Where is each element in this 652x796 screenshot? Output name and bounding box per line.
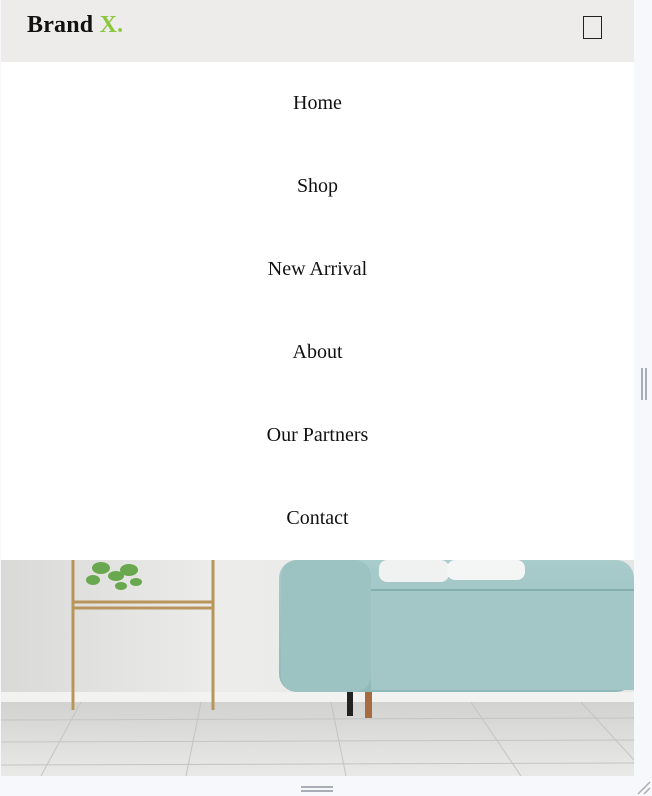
resize-handle-bottom[interactable]	[301, 786, 333, 792]
nav-item-shop[interactable]: Shop	[1, 145, 634, 228]
scrollbar-handle[interactable]	[641, 368, 647, 400]
nav-item-label: Shop	[296, 175, 339, 197]
nav-item-label: Home	[293, 92, 342, 114]
site-header: Brand X.	[1, 0, 634, 62]
nav-item-label: About	[292, 341, 343, 363]
nav-item-label: Contact	[286, 507, 349, 529]
brand-accent: X.	[99, 12, 124, 38]
nav-item-our-partners[interactable]: Our Partners	[1, 394, 634, 477]
hamburger-menu-icon[interactable]	[583, 16, 602, 39]
nav-item-label: New Arrival	[267, 258, 368, 280]
mobile-nav-menu: Home Shop New Arrival About Our Partners…	[1, 62, 634, 560]
brand-logo[interactable]: Brand X.	[27, 12, 123, 39]
hero-image	[1, 560, 634, 776]
baseboard-shape	[1, 692, 634, 702]
nav-item-new-arrival[interactable]: New Arrival	[1, 228, 634, 311]
page-viewport: Brand X. Home Shop New Arrival About Our…	[1, 0, 634, 776]
resize-grip-icon[interactable]	[636, 780, 652, 796]
living-room-photo	[1, 560, 634, 776]
nav-item-contact[interactable]: Contact	[1, 477, 634, 560]
nav-item-home[interactable]: Home	[1, 62, 634, 145]
nav-item-label: Our Partners	[266, 424, 369, 446]
brand-name: Brand	[27, 12, 94, 38]
nav-item-about[interactable]: About	[1, 311, 634, 394]
